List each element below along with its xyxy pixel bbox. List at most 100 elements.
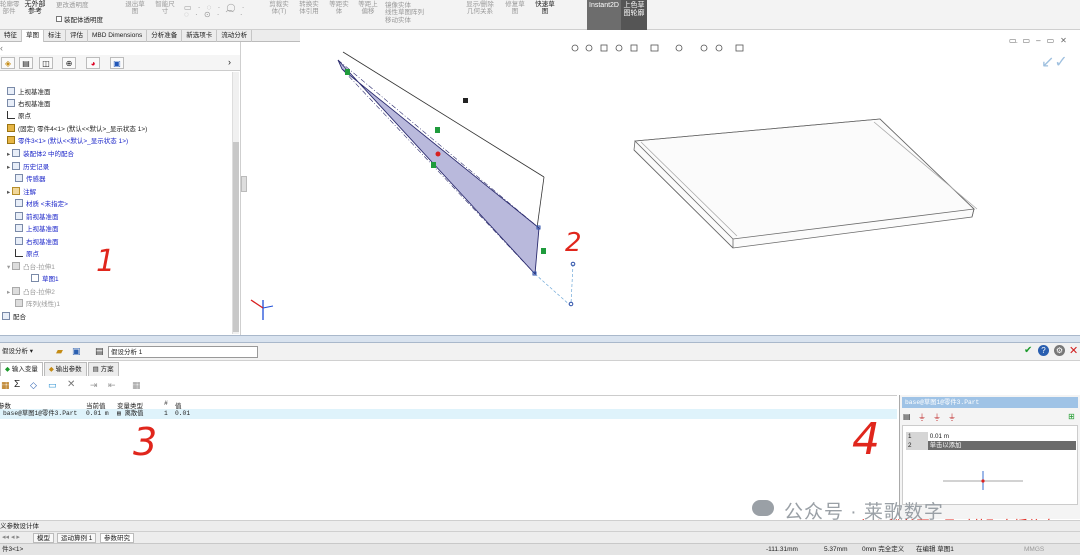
sketch-tool-icons[interactable]: ▭ · ◌ · ◯ · ◌ · ⊙ · ⌒ ·: [184, 4, 254, 19]
tree-item[interactable]: 右视基准面: [15, 237, 59, 248]
tab-features[interactable]: 特征: [0, 30, 22, 42]
relation-marker[interactable]: [345, 69, 350, 75]
tab-evaluate[interactable]: 评估: [66, 30, 88, 42]
tab-parameter-study[interactable]: 参数研究: [100, 533, 134, 543]
tab-mbd[interactable]: MBD Dimensions: [88, 30, 148, 42]
relation-marker[interactable]: [541, 248, 546, 254]
delete-icon[interactable]: ✕: [67, 379, 75, 390]
ribbon-btn-repair[interactable]: 修复草 图: [502, 1, 528, 15]
table-add-icon[interactable]: ▭: [48, 380, 57, 391]
status-units[interactable]: MMGS: [1024, 544, 1044, 556]
relation-marker[interactable]: [435, 127, 440, 133]
import-icon[interactable]: ⇥: [90, 380, 98, 391]
add-icon[interactable]: ⊞: [1068, 412, 1075, 421]
chevron-right-icon[interactable]: ›: [228, 57, 231, 67]
cell-type[interactable]: ▤ 离散值: [117, 409, 143, 419]
tab-flow[interactable]: 流动分析: [217, 30, 253, 42]
tree-item[interactable]: 传感器: [15, 174, 46, 185]
ribbon-btn-offset-surface[interactable]: 等距上 偏移: [355, 1, 381, 15]
pane-splitter[interactable]: [0, 335, 1080, 343]
tree-item[interactable]: 原点: [15, 249, 39, 260]
ribbon-btn-no-external-ref[interactable]: 无外部 参考: [22, 1, 48, 15]
tree-item[interactable]: 材质 <未指定>: [15, 199, 68, 210]
ribbon-btn-relations[interactable]: 显示/删除 几何关系: [462, 1, 498, 15]
tree-item[interactable]: 原点: [7, 111, 31, 122]
tree-item[interactable]: ▸ 凸台-拉伸2: [7, 287, 55, 298]
list-item[interactable]: 1 0.01 m: [906, 432, 1076, 441]
sketch-plane[interactable]: [337, 59, 540, 276]
ribbon-btn-smart-dimension[interactable]: 智能尺 寸: [152, 1, 178, 15]
cell-value[interactable]: 0.01: [175, 409, 190, 419]
viewport-canvas[interactable]: [241, 42, 1080, 335]
scrollbar-thumb[interactable]: [233, 142, 239, 332]
list-item[interactable]: 2 单击以添加: [906, 441, 1076, 450]
tree-item[interactable]: (固定) 零件4<1> (默认<<默认>_显示状态 1>): [7, 124, 147, 135]
tree-item[interactable]: ▸ 注解: [7, 187, 36, 198]
ribbon-btn-linear-pattern[interactable]: 线性草图阵列: [385, 9, 461, 16]
tab-input-variables[interactable]: ◆ 输入变量: [0, 362, 43, 376]
ribbon-btn-exit-sketch[interactable]: 退出草 图: [122, 1, 148, 15]
custom-tab-icon[interactable]: ▣: [110, 57, 124, 69]
study-icon[interactable]: ▤: [95, 346, 104, 357]
ribbon-btn-change-transparency[interactable]: 更改透明度: [56, 2, 112, 9]
tab-analysis-prep[interactable]: 分析准备: [147, 30, 183, 42]
chevron-left-icon[interactable]: ‹: [0, 43, 3, 53]
confirm-corner-icon[interactable]: ↙✓: [1041, 52, 1071, 74]
tab-sketch[interactable]: 草图: [22, 30, 44, 42]
tree-item[interactable]: 草图1: [31, 274, 59, 285]
options-icon[interactable]: ⚙: [1054, 345, 1065, 356]
property-manager-icon[interactable]: ▤: [19, 57, 33, 69]
sigma-icon[interactable]: Σ: [14, 379, 20, 390]
ribbon-btn-move[interactable]: 移动实体: [385, 17, 451, 24]
close-icon[interactable]: ✕: [1069, 344, 1078, 357]
save-icon[interactable]: ▣: [72, 346, 81, 357]
tree-item[interactable]: ▾ 凸台-拉伸1: [7, 262, 55, 273]
tree-item[interactable]: 配合: [2, 312, 26, 323]
ribbon-btn-instant2d[interactable]: Instant2D: [587, 0, 621, 30]
ribbon-btn-rapid-sketch[interactable]: 快速草 图: [534, 1, 556, 15]
table-row[interactable]: base@草图1@零件3.Part 0.01 m ▤ 离散值 1 0.01: [0, 409, 897, 419]
table-icon[interactable]: ▤: [903, 412, 911, 421]
tab-new[interactable]: 新选项卡: [182, 30, 218, 42]
tree-item[interactable]: ▸ 装配体2 中的配合: [7, 149, 74, 160]
collapse-handle[interactable]: [241, 176, 247, 192]
ribbon-btn-0[interactable]: 轮廓零 部件: [0, 1, 20, 15]
ribbon-btn-convert[interactable]: 转换实 体引用: [296, 1, 322, 15]
ok-check-icon[interactable]: ✔: [1024, 345, 1032, 356]
tree-item[interactable]: ▸ 历史记录: [7, 162, 49, 173]
tree-scrollbar[interactable]: [232, 72, 239, 334]
part-box[interactable]: [633, 118, 978, 249]
tab-scroll-icons[interactable]: ◂◂ ◂ ▸: [2, 533, 20, 541]
settings-icon[interactable]: ▦: [132, 380, 141, 391]
ribbon-btn-trim[interactable]: 剪裁实 体(T): [266, 1, 292, 15]
tree-item[interactable]: 上视基准面: [7, 87, 51, 98]
study-type-dropdown[interactable]: 假设分析 ▾: [2, 346, 46, 358]
tree-item[interactable]: 上视基准面: [15, 224, 59, 235]
tree-item[interactable]: 前视基准面: [15, 212, 59, 223]
ribbon-btn-assembly-transparency[interactable]: 装配体透明度: [56, 16, 116, 24]
study-name-field[interactable]: 假设分析 1: [108, 346, 258, 358]
tab-motion-study[interactable]: 运动算例 1: [57, 533, 97, 543]
display-manager-icon[interactable]: ◕: [86, 57, 100, 69]
feature-tree-icon[interactable]: ◈: [1, 57, 15, 69]
viewport-window-icons[interactable]: ▭▭–▭✕: [1009, 36, 1073, 45]
tab-model[interactable]: 模型: [33, 533, 54, 543]
tab-scenarios[interactable]: ▤ 方案: [87, 362, 119, 376]
export-icon[interactable]: ⇤: [108, 380, 116, 391]
dimxpert-icon[interactable]: ⊕: [62, 57, 76, 69]
tree-item[interactable]: 阵列(线性)1: [15, 299, 60, 310]
chart-icon[interactable]: ⏚: [918, 412, 926, 423]
ribbon-btn-offset[interactable]: 等距实 体: [326, 1, 352, 15]
heads-up-toolbar[interactable]: [571, 44, 744, 52]
help-icon[interactable]: ?: [1038, 345, 1049, 356]
graphics-viewport[interactable]: 2 ▭▭–▭✕ ↙✓: [240, 36, 1080, 335]
ribbon-btn-shaded-sketch[interactable]: 上色草 图轮廓: [621, 0, 647, 30]
tab-markup[interactable]: 标注: [44, 30, 66, 42]
chart-icon[interactable]: ⏚: [933, 412, 941, 423]
tree-item[interactable]: 零件3<1> (默认<<默认>_显示状态 1>): [7, 136, 128, 147]
ribbon-btn-mirror[interactable]: 镜像实体: [385, 2, 451, 9]
relation-marker[interactable]: [431, 162, 436, 168]
sketch-point[interactable]: [435, 151, 441, 157]
open-folder-icon[interactable]: ▰: [56, 346, 63, 357]
tree-item[interactable]: 右视基准面: [7, 99, 51, 110]
